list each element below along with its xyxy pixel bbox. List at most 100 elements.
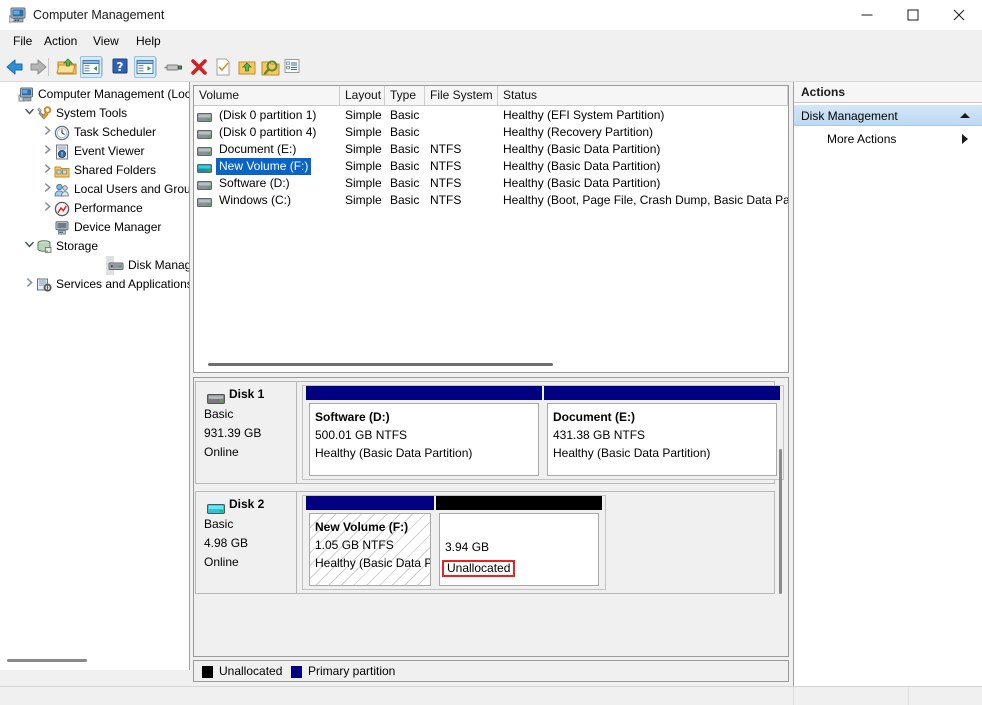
volume-list-horizontal-scrollbar[interactable] [195, 358, 788, 371]
sidebar-item-storage[interactable]: Storage [0, 237, 189, 256]
actions-item-more-actions[interactable]: More Actions [794, 128, 982, 150]
volume-type: Basic [390, 142, 420, 156]
table-row[interactable]: (Disk 0 partition 4) Simple Basic Healthy (… [194, 124, 788, 141]
back-icon[interactable] [4, 56, 26, 78]
partition-primary[interactable]: Software (D:) 500.01 GB NTFS Healthy (Basi… [306, 386, 542, 479]
export-list-icon[interactable] [236, 56, 258, 78]
sidebar-item-services-and-applications[interactable]: Services and Applications [0, 275, 189, 294]
scrollbar-thumb[interactable] [779, 449, 782, 594]
volume-drive-icon [197, 145, 212, 156]
sidebar-item-label: Local Users and Groups [74, 182, 189, 196]
volume-column-header-layout[interactable]: Layout [340, 86, 385, 105]
chevron-down-icon[interactable] [22, 237, 36, 256]
properties-icon[interactable] [212, 56, 234, 78]
scrollbar-thumb[interactable] [208, 363, 553, 366]
console-tree-pane: Computer Management (Local System Tools Ta… [0, 82, 190, 670]
table-row[interactable]: Document (E:) Simple Basic NTFS Healthy (Bas… [194, 141, 788, 158]
disk-info-panel[interactable]: Disk 1 Basic 931.39 GB Online [196, 382, 297, 483]
partition-body[interactable]: Software (D:) 500.01 GB NTFS Healthy (Basi… [309, 403, 539, 476]
chevron-down-icon[interactable] [22, 104, 36, 123]
sidebar-item-disk-management[interactable]: Disk Management [106, 256, 189, 275]
disk-management-pane: Volume Layout Type File System Status (Disk … [191, 82, 792, 686]
chevron-right-icon[interactable] [40, 161, 54, 180]
partition-color-bar [544, 386, 780, 400]
disk-type: Basic [204, 517, 234, 531]
sidebar-item-computer-management-local[interactable]: Computer Management (Local [0, 85, 190, 104]
volume-layout: Simple [345, 159, 382, 173]
sidebar-item-task-scheduler[interactable]: Task Scheduler [0, 123, 189, 142]
chevron-right-icon [962, 134, 968, 144]
disk-info-panel[interactable]: Disk 2 Basic 4.98 GB Online [196, 492, 297, 593]
graphical-disk-view: Disk 1 Basic 931.39 GB Online Software (D:) 5… [193, 377, 789, 657]
show-hide-tree-icon[interactable] [80, 56, 102, 78]
device-manager-icon [54, 220, 70, 236]
volume-name: (Disk 0 partition 1) [219, 108, 317, 122]
tree-horizontal-scrollbar[interactable] [2, 655, 186, 665]
actions-pane: Actions Disk Management More Actions [793, 82, 982, 686]
volume-drive-icon [197, 196, 212, 207]
chevron-right-icon[interactable] [40, 199, 54, 218]
chevron-right-icon[interactable] [22, 275, 36, 294]
volume-column-header-status[interactable]: Status [498, 86, 788, 105]
menu-help[interactable]: Help [131, 33, 166, 49]
volume-file-system: NTFS [430, 176, 462, 190]
volume-column-header-volume[interactable]: Volume [194, 86, 340, 105]
sidebar-item-device-manager[interactable]: Device Manager [0, 218, 189, 237]
sidebar-item-system-tools[interactable]: System Tools [0, 104, 189, 123]
volume-file-system: NTFS [430, 142, 462, 156]
partition-body[interactable]: New Volume (F:) 1.05 GB NTFS Healthy (Basi… [309, 513, 431, 586]
disk-view-vertical-scrollbar[interactable] [775, 381, 786, 653]
clock-icon [54, 125, 70, 141]
show-action-pane-icon[interactable] [134, 56, 156, 78]
table-row[interactable]: Windows (C:) Simple Basic NTFS Healthy (Boot… [194, 192, 788, 209]
title-bar: Computer Management [0, 0, 982, 31]
performance-icon [54, 201, 70, 217]
partition-primary[interactable]: New Volume (F:) 1.05 GB NTFS Healthy (Basi… [306, 496, 434, 589]
connect-icon[interactable] [164, 56, 186, 78]
chevron-right-icon[interactable] [40, 123, 54, 142]
menu-file[interactable]: File [8, 33, 37, 49]
scrollbar-thumb[interactable] [7, 659, 87, 662]
sidebar-item-label: Computer Management (Local [38, 87, 190, 101]
sidebar-item-label: Performance [74, 201, 143, 215]
delete-icon[interactable] [188, 56, 210, 78]
menu-action[interactable]: Action [39, 33, 82, 49]
sidebar-item-performance[interactable]: Performance [0, 199, 189, 218]
sidebar-item-local-users-and-groups[interactable]: Local Users and Groups [0, 180, 189, 199]
maximize-icon[interactable] [890, 0, 936, 30]
rescan-disks-icon[interactable] [259, 56, 281, 78]
table-row[interactable]: New Volume (F:) Simple Basic NTFS Healthy (B… [194, 158, 788, 175]
table-row[interactable]: Software (D:) Simple Basic NTFS Healthy (Bas… [194, 175, 788, 192]
volume-file-system [430, 107, 503, 124]
partition-strip: Software (D:) 500.01 GB NTFS Healthy (Basi… [302, 385, 784, 480]
disk-name: Disk 2 [229, 497, 265, 511]
partition-title: Software (D:) [315, 410, 390, 424]
table-row[interactable]: (Disk 0 partition 1) Simple Basic Healthy (… [194, 107, 788, 124]
volume-layout: Simple [345, 142, 382, 156]
chevron-right-icon[interactable] [40, 142, 54, 161]
volume-file-system [430, 124, 503, 141]
up-folder-icon[interactable] [56, 56, 78, 78]
minimize-icon[interactable] [844, 0, 890, 30]
volume-column-header-file-system[interactable]: File System [425, 86, 498, 105]
volume-column-header-type[interactable]: Type [385, 86, 425, 105]
help-icon[interactable]: ? [110, 56, 132, 78]
partition-size: 431.38 GB NTFS [553, 428, 646, 442]
sidebar-item-label: Task Scheduler [74, 125, 157, 139]
sidebar-item-shared-folders[interactable]: Shared Folders [0, 161, 189, 180]
partition-primary[interactable]: Document (E:) 431.38 GB NTFS Healthy (Basi… [544, 386, 780, 479]
sidebar-item-event-viewer[interactable]: ! Event Viewer [0, 142, 189, 161]
disk-row: Disk 2 Basic 4.98 GB Online New Volume (F:) 1… [195, 491, 775, 594]
partition-body[interactable]: Document (E:) 431.38 GB NTFS Healthy (Basi… [547, 403, 777, 476]
actions-section-disk-management[interactable]: Disk Management [794, 104, 982, 126]
volume-status: Healthy (Boot, Page File, Crash Dump, Ba… [503, 193, 789, 207]
forward-icon[interactable] [27, 56, 49, 78]
chevron-up-icon[interactable] [960, 113, 970, 118]
partition-unallocated[interactable]: 3.94 GB Unallocated [436, 496, 602, 589]
close-icon[interactable] [936, 0, 982, 30]
system-tools-icon [36, 106, 52, 122]
list-view-icon[interactable] [282, 56, 304, 78]
partition-body[interactable]: 3.94 GB Unallocated [439, 513, 599, 586]
menu-view[interactable]: View [88, 33, 124, 49]
chevron-right-icon[interactable] [40, 180, 54, 199]
